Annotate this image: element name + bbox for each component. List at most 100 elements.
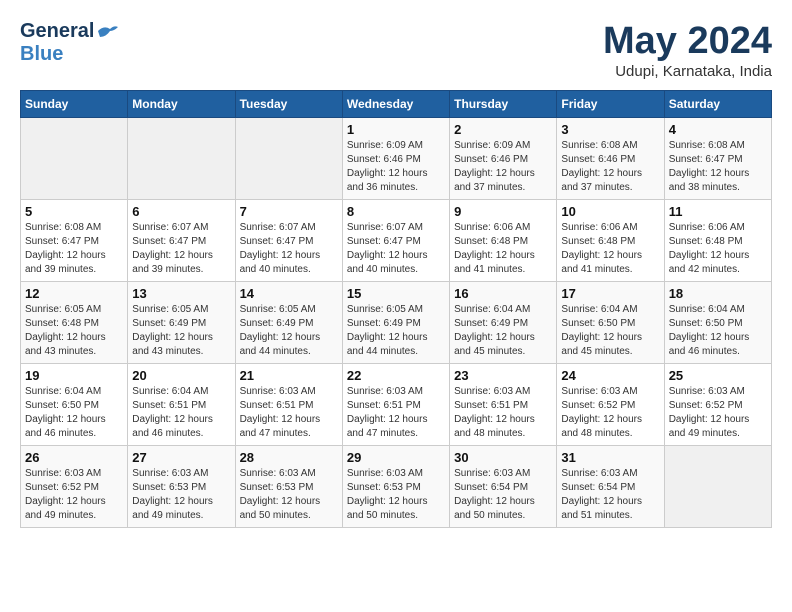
day-cell-15: 15 Sunrise: 6:05 AM Sunset: 6:49 PM Dayli…	[342, 282, 449, 364]
day-info: Sunrise: 6:04 AM Sunset: 6:51 PM Dayligh…	[132, 385, 230, 441]
day-number: 3	[561, 122, 659, 137]
day-info: Sunrise: 6:07 AM Sunset: 6:47 PM Dayligh…	[132, 221, 230, 277]
day-cell-17: 17Sunrise: 6:04 AM Sunset: 6:50 PM Dayli…	[557, 282, 664, 364]
day-info: Sunrise: 6:05 AM Sunset: 6:49 PM Dayligh…	[347, 303, 445, 359]
day-number: 21	[240, 368, 338, 383]
day-info: Sunrise: 6:03 AM Sunset: 6:53 PM Dayligh…	[132, 467, 230, 523]
day-info: Sunrise: 6:03 AM Sunset: 6:53 PM Dayligh…	[347, 467, 445, 523]
day-number: 25	[669, 368, 767, 383]
day-number: 16	[454, 286, 552, 301]
day-info: Sunrise: 6:03 AM Sunset: 6:51 PM Dayligh…	[347, 385, 445, 441]
weekday-header-friday: Friday	[557, 91, 664, 118]
day-number: 20	[132, 368, 230, 383]
day-number: 6	[132, 204, 230, 219]
day-cell-3: 3 Sunrise: 6:08 AM Sunset: 6:46 PM Daylig…	[557, 118, 664, 200]
day-number: 29	[347, 450, 445, 465]
weekday-header-saturday: Saturday	[664, 91, 771, 118]
day-info: Sunrise: 6:09 AM Sunset: 6:46 PM Dayligh…	[347, 139, 445, 195]
day-number: 15	[347, 286, 445, 301]
day-info: Sunrise: 6:04 AM Sunset: 6:50 PM Dayligh…	[25, 385, 123, 441]
day-info: Sunrise: 6:07 AM Sunset: 6:47 PM Dayligh…	[347, 221, 445, 277]
day-cell-20: 20 Sunrise: 6:04 AM Sunset: 6:51 PM Dayli…	[128, 364, 235, 446]
logo-general-text: General	[20, 20, 94, 43]
day-info: Sunrise: 6:08 AM Sunset: 6:47 PM Dayligh…	[669, 139, 767, 195]
day-cell-9: 9 Sunrise: 6:06 AM Sunset: 6:48 PM Daylig…	[450, 200, 557, 282]
week-row-2: 5Sunrise: 6:08 AM Sunset: 6:47 PM Daylig…	[21, 200, 772, 282]
week-row-4: 19Sunrise: 6:04 AM Sunset: 6:50 PM Dayli…	[21, 364, 772, 446]
day-info: Sunrise: 6:05 AM Sunset: 6:49 PM Dayligh…	[132, 303, 230, 359]
day-cell-1: 1 Sunrise: 6:09 AM Sunset: 6:46 PM Daylig…	[342, 118, 449, 200]
day-number: 10	[561, 204, 659, 219]
day-info: Sunrise: 6:04 AM Sunset: 6:50 PM Dayligh…	[669, 303, 767, 359]
day-cell-19: 19Sunrise: 6:04 AM Sunset: 6:50 PM Dayli…	[21, 364, 128, 446]
day-number: 4	[669, 122, 767, 137]
day-number: 1	[347, 122, 445, 137]
empty-cell	[21, 118, 128, 200]
day-number: 28	[240, 450, 338, 465]
day-cell-31: 31 Sunrise: 6:03 AM Sunset: 6:54 PM Dayli…	[557, 446, 664, 528]
day-cell-16: 16 Sunrise: 6:04 AM Sunset: 6:49 PM Dayli…	[450, 282, 557, 364]
day-number: 14	[240, 286, 338, 301]
day-info: Sunrise: 6:05 AM Sunset: 6:49 PM Dayligh…	[240, 303, 338, 359]
day-number: 8	[347, 204, 445, 219]
day-info: Sunrise: 6:03 AM Sunset: 6:51 PM Dayligh…	[240, 385, 338, 441]
day-info: Sunrise: 6:06 AM Sunset: 6:48 PM Dayligh…	[669, 221, 767, 277]
day-number: 2	[454, 122, 552, 137]
day-info: Sunrise: 6:03 AM Sunset: 6:52 PM Dayligh…	[25, 467, 123, 523]
day-number: 23	[454, 368, 552, 383]
location: Udupi, Karnataka, India	[603, 63, 772, 80]
day-cell-29: 29 Sunrise: 6:03 AM Sunset: 6:53 PM Dayli…	[342, 446, 449, 528]
weekday-header-monday: Monday	[128, 91, 235, 118]
day-cell-11: 11 Sunrise: 6:06 AM Sunset: 6:48 PM Dayli…	[664, 200, 771, 282]
day-info: Sunrise: 6:03 AM Sunset: 6:54 PM Dayligh…	[561, 467, 659, 523]
day-number: 13	[132, 286, 230, 301]
day-info: Sunrise: 6:08 AM Sunset: 6:46 PM Dayligh…	[561, 139, 659, 195]
empty-cell	[128, 118, 235, 200]
day-info: Sunrise: 6:03 AM Sunset: 6:52 PM Dayligh…	[561, 385, 659, 441]
day-cell-24: 24 Sunrise: 6:03 AM Sunset: 6:52 PM Dayli…	[557, 364, 664, 446]
day-cell-25: 25 Sunrise: 6:03 AM Sunset: 6:52 PM Dayli…	[664, 364, 771, 446]
day-number: 5	[25, 204, 123, 219]
day-number: 31	[561, 450, 659, 465]
day-cell-27: 27 Sunrise: 6:03 AM Sunset: 6:53 PM Dayli…	[128, 446, 235, 528]
weekday-header-wednesday: Wednesday	[342, 91, 449, 118]
day-cell-4: 4 Sunrise: 6:08 AM Sunset: 6:47 PM Daylig…	[664, 118, 771, 200]
day-number: 30	[454, 450, 552, 465]
day-info: Sunrise: 6:07 AM Sunset: 6:47 PM Dayligh…	[240, 221, 338, 277]
day-cell-14: 14 Sunrise: 6:05 AM Sunset: 6:49 PM Dayli…	[235, 282, 342, 364]
day-number: 18	[669, 286, 767, 301]
day-info: Sunrise: 6:09 AM Sunset: 6:46 PM Dayligh…	[454, 139, 552, 195]
day-info: Sunrise: 6:04 AM Sunset: 6:49 PM Dayligh…	[454, 303, 552, 359]
week-row-3: 12 Sunrise: 6:05 AM Sunset: 6:48 PM Dayli…	[21, 282, 772, 364]
logo: General Blue	[20, 20, 120, 66]
day-info: Sunrise: 6:03 AM Sunset: 6:52 PM Dayligh…	[669, 385, 767, 441]
day-number: 27	[132, 450, 230, 465]
day-number: 7	[240, 204, 338, 219]
day-cell-13: 13 Sunrise: 6:05 AM Sunset: 6:49 PM Dayli…	[128, 282, 235, 364]
day-info: Sunrise: 6:06 AM Sunset: 6:48 PM Dayligh…	[561, 221, 659, 277]
day-number: 26	[25, 450, 123, 465]
day-cell-10: 10 Sunrise: 6:06 AM Sunset: 6:48 PM Dayli…	[557, 200, 664, 282]
day-number: 11	[669, 204, 767, 219]
week-row-5: 26 Sunrise: 6:03 AM Sunset: 6:52 PM Dayli…	[21, 446, 772, 528]
day-number: 24	[561, 368, 659, 383]
logo-bird-icon	[96, 23, 118, 41]
empty-cell	[664, 446, 771, 528]
day-info: Sunrise: 6:06 AM Sunset: 6:48 PM Dayligh…	[454, 221, 552, 277]
day-number: 9	[454, 204, 552, 219]
day-cell-2: 2 Sunrise: 6:09 AM Sunset: 6:46 PM Daylig…	[450, 118, 557, 200]
day-number: 12	[25, 286, 123, 301]
day-info: Sunrise: 6:03 AM Sunset: 6:53 PM Dayligh…	[240, 467, 338, 523]
calendar-table: SundayMondayTuesdayWednesdayThursdayFrid…	[20, 90, 772, 528]
logo-blue-text: Blue	[20, 43, 63, 65]
day-info: Sunrise: 6:05 AM Sunset: 6:48 PM Dayligh…	[25, 303, 123, 359]
day-cell-21: 21 Sunrise: 6:03 AM Sunset: 6:51 PM Dayli…	[235, 364, 342, 446]
day-cell-5: 5Sunrise: 6:08 AM Sunset: 6:47 PM Daylig…	[21, 200, 128, 282]
day-cell-18: 18 Sunrise: 6:04 AM Sunset: 6:50 PM Dayli…	[664, 282, 771, 364]
day-info: Sunrise: 6:03 AM Sunset: 6:51 PM Dayligh…	[454, 385, 552, 441]
day-cell-7: 7 Sunrise: 6:07 AM Sunset: 6:47 PM Daylig…	[235, 200, 342, 282]
day-cell-28: 28 Sunrise: 6:03 AM Sunset: 6:53 PM Dayli…	[235, 446, 342, 528]
day-number: 17	[561, 286, 659, 301]
empty-cell	[235, 118, 342, 200]
day-cell-23: 23 Sunrise: 6:03 AM Sunset: 6:51 PM Dayli…	[450, 364, 557, 446]
